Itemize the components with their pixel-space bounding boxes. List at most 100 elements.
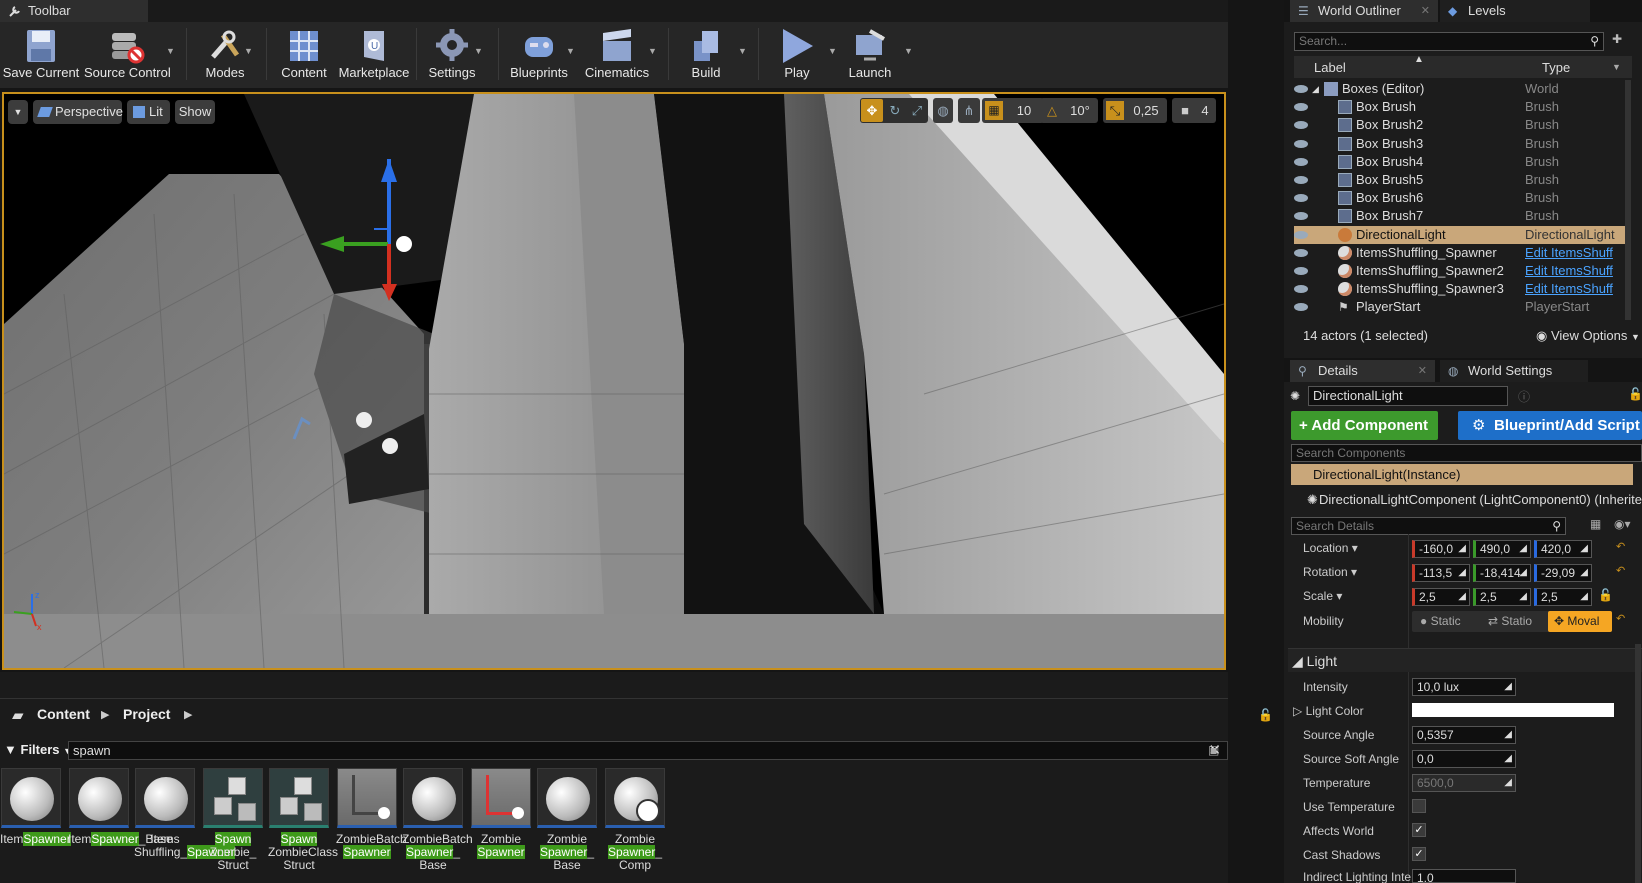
breadcrumb-arrow-icon[interactable]: ▶ bbox=[184, 708, 192, 721]
light-section-header[interactable]: ◢ Light bbox=[1288, 648, 1642, 672]
visibility-eye-icon[interactable] bbox=[1294, 230, 1308, 239]
lock-icon[interactable]: 🔓 bbox=[1258, 708, 1273, 722]
help-icon[interactable]: ⓘ bbox=[1518, 388, 1530, 405]
close-icon[interactable]: ✕ bbox=[1418, 360, 1427, 382]
outliner-scrollbar[interactable] bbox=[1625, 80, 1631, 320]
outliner-row[interactable]: ItemsShuffling_Spawner Edit ItemsShuff bbox=[1294, 244, 1626, 262]
view-options-button[interactable]: ◉ View Options ▼ bbox=[1536, 328, 1640, 344]
rotation-z-field[interactable]: -29,09 ◢ bbox=[1534, 564, 1592, 582]
outliner-row[interactable]: ⚑ PlayerStart PlayerStart bbox=[1294, 298, 1626, 316]
visibility-eye-icon[interactable] bbox=[1294, 303, 1308, 312]
scale-label[interactable]: Scale ▾ bbox=[1303, 589, 1342, 603]
outliner-row[interactable]: Box Brush3 Brush bbox=[1294, 135, 1626, 153]
tab-levels[interactable]: ◆ Levels bbox=[1440, 0, 1590, 22]
outliner-row[interactable]: Box Brush4 Brush bbox=[1294, 153, 1626, 171]
visibility-eye-icon[interactable] bbox=[1294, 103, 1308, 112]
translate-mode-icon[interactable]: ✥ bbox=[861, 99, 883, 122]
tab-details[interactable]: ⚲ Details ✕ bbox=[1290, 360, 1435, 382]
location-label[interactable]: Location ▾ bbox=[1303, 541, 1358, 555]
visibility-eye-icon[interactable] bbox=[1294, 285, 1308, 294]
source-soft-angle-field[interactable]: 0,0 ◢ bbox=[1412, 750, 1516, 768]
intensity-field[interactable]: 10,0 lux ◢ bbox=[1412, 678, 1516, 696]
cinematics-button[interactable]: Cinematics bbox=[584, 24, 650, 84]
rotation-snap-group[interactable]: △ 10° bbox=[1040, 98, 1098, 123]
visibility-eye-icon[interactable] bbox=[1294, 194, 1308, 203]
outliner-row[interactable]: ItemsShuffling_Spawner3 Edit ItemsShuff bbox=[1294, 280, 1626, 298]
cast-shadows-checkbox[interactable]: ✓ bbox=[1412, 847, 1426, 861]
light-color-label[interactable]: ▷ Light Color bbox=[1293, 704, 1364, 718]
tab-world-settings[interactable]: ◍ World Settings bbox=[1440, 360, 1588, 382]
folder-icon[interactable]: ▰ bbox=[12, 706, 24, 724]
edit-blueprint-link[interactable]: Edit ItemsShuff bbox=[1525, 244, 1613, 262]
filters-button[interactable]: ▼ Filters ▼ bbox=[4, 742, 72, 760]
mobility-stationary-button[interactable]: ⇄ Statio bbox=[1480, 611, 1546, 632]
modes-dropdown-icon[interactable]: ▼ bbox=[244, 46, 253, 56]
outliner-row[interactable]: ItemsShuffling_Spawner2 Edit ItemsShuff bbox=[1294, 262, 1626, 280]
cinematics-dropdown-icon[interactable]: ▼ bbox=[648, 46, 657, 56]
visibility-eye-icon[interactable] bbox=[1294, 139, 1308, 148]
edit-blueprint-link[interactable]: Edit ItemsShuff bbox=[1525, 262, 1613, 280]
rotate-mode-icon[interactable]: ↻ bbox=[884, 98, 906, 123]
light-color-swatch[interactable] bbox=[1412, 703, 1614, 717]
edit-blueprint-link[interactable]: Edit ItemsShuff bbox=[1525, 280, 1613, 298]
type-column-header[interactable]: Type bbox=[1542, 60, 1570, 75]
details-splitter[interactable] bbox=[1408, 534, 1409, 883]
asset-tile[interactable]: Zombie Spawner_ Base bbox=[536, 768, 598, 872]
play-dropdown-icon[interactable]: ▼ bbox=[828, 46, 837, 56]
indirect-lighting-field[interactable]: 1,0 bbox=[1412, 869, 1516, 883]
location-z-field[interactable]: 420,0 ◢ bbox=[1534, 540, 1592, 558]
outliner-row[interactable]: Box Brush6 Brush bbox=[1294, 189, 1626, 207]
use-temperature-checkbox[interactable] bbox=[1412, 799, 1426, 813]
source-control-button[interactable]: Source Control bbox=[84, 24, 171, 84]
scale-lock-icon[interactable]: 🔓 bbox=[1598, 588, 1613, 602]
actor-name-input[interactable]: DirectionalLight bbox=[1308, 386, 1508, 406]
surface-snap-icon[interactable]: ⋔ bbox=[958, 98, 980, 123]
build-button[interactable]: Build bbox=[680, 24, 732, 84]
asset-tile[interactable]: ZombieBatch Spawner bbox=[336, 768, 407, 859]
asset-tile[interactable]: Spawn ZombieClass Struct bbox=[268, 768, 338, 872]
scale-mode-icon[interactable]: ⤢ bbox=[906, 98, 928, 123]
asset-tile[interactable]: Zombie Spawner bbox=[470, 768, 532, 859]
reset-location-icon[interactable]: ↶ bbox=[1616, 540, 1625, 553]
scale-y-field[interactable]: 2,5 ◢ bbox=[1473, 588, 1531, 606]
camera-speed-group[interactable]: ■ 4 bbox=[1172, 98, 1216, 123]
marketplace-button[interactable]: U Marketplace bbox=[334, 24, 414, 84]
location-y-field[interactable]: 490,0 ◢ bbox=[1473, 540, 1531, 558]
search-details-input[interactable]: Search Details ⚲ bbox=[1291, 517, 1566, 535]
reset-mobility-icon[interactable]: ↶ bbox=[1616, 612, 1625, 625]
asset-tile[interactable]: Zombie Spawner_ Comp bbox=[604, 768, 666, 872]
scale-x-field[interactable]: 2,5 ◢ bbox=[1412, 588, 1470, 606]
breadcrumb-content[interactable]: Content bbox=[37, 706, 90, 722]
save-current-button[interactable]: Save Current bbox=[2, 24, 80, 84]
lit-button[interactable]: Lit bbox=[127, 100, 170, 124]
visibility-eye-icon[interactable] bbox=[1294, 157, 1308, 166]
visibility-eye-icon[interactable] bbox=[1294, 248, 1308, 257]
show-button[interactable]: Show bbox=[175, 100, 215, 124]
visibility-eye-icon[interactable] bbox=[1294, 85, 1308, 93]
asset-tile[interactable]: Spawn Zombie_ Struct bbox=[202, 768, 264, 872]
close-icon[interactable]: ✕ bbox=[1421, 0, 1430, 22]
world-local-icon[interactable]: ◍ bbox=[933, 98, 953, 123]
outliner-row[interactable]: ◢ Boxes (Editor) World bbox=[1294, 80, 1626, 98]
outliner-row[interactable]: DirectionalLight DirectionalLight bbox=[1294, 225, 1626, 244]
content-button[interactable]: Content bbox=[276, 24, 332, 84]
mobility-movable-button[interactable]: ✥ Moval bbox=[1548, 611, 1612, 632]
outliner-row[interactable]: Box Brush Brush bbox=[1294, 98, 1626, 116]
affects-world-checkbox[interactable]: ✓ bbox=[1412, 823, 1426, 837]
visibility-eye-icon[interactable] bbox=[1294, 121, 1308, 130]
label-column-header[interactable]: Label bbox=[1314, 60, 1346, 75]
spawner-actor-icon[interactable] bbox=[382, 438, 398, 454]
settings-button[interactable]: Settings bbox=[424, 24, 480, 84]
tab-world-outliner[interactable]: ☰ World Outliner ✕ bbox=[1290, 0, 1438, 22]
viewport-options-button[interactable]: ▼ bbox=[8, 100, 28, 124]
add-component-button[interactable]: + Add Component ▼ bbox=[1291, 411, 1438, 461]
breadcrumb-arrow-icon[interactable]: ▶ bbox=[101, 708, 109, 721]
settings-dropdown-icon[interactable]: ▼ bbox=[474, 46, 483, 56]
outliner-search-input[interactable]: Search... ⚲ bbox=[1294, 32, 1604, 51]
location-x-field[interactable]: -160,0 ◢ bbox=[1412, 540, 1470, 558]
outliner-row[interactable]: Box Brush7 Brush bbox=[1294, 207, 1626, 225]
build-dropdown-icon[interactable]: ▼ bbox=[738, 46, 747, 56]
rotation-x-field[interactable]: -113,5 ◢ bbox=[1412, 564, 1470, 582]
lock-icon[interactable]: 🔓 bbox=[1628, 387, 1642, 401]
source-angle-field[interactable]: 0,5357 ◢ bbox=[1412, 726, 1516, 744]
